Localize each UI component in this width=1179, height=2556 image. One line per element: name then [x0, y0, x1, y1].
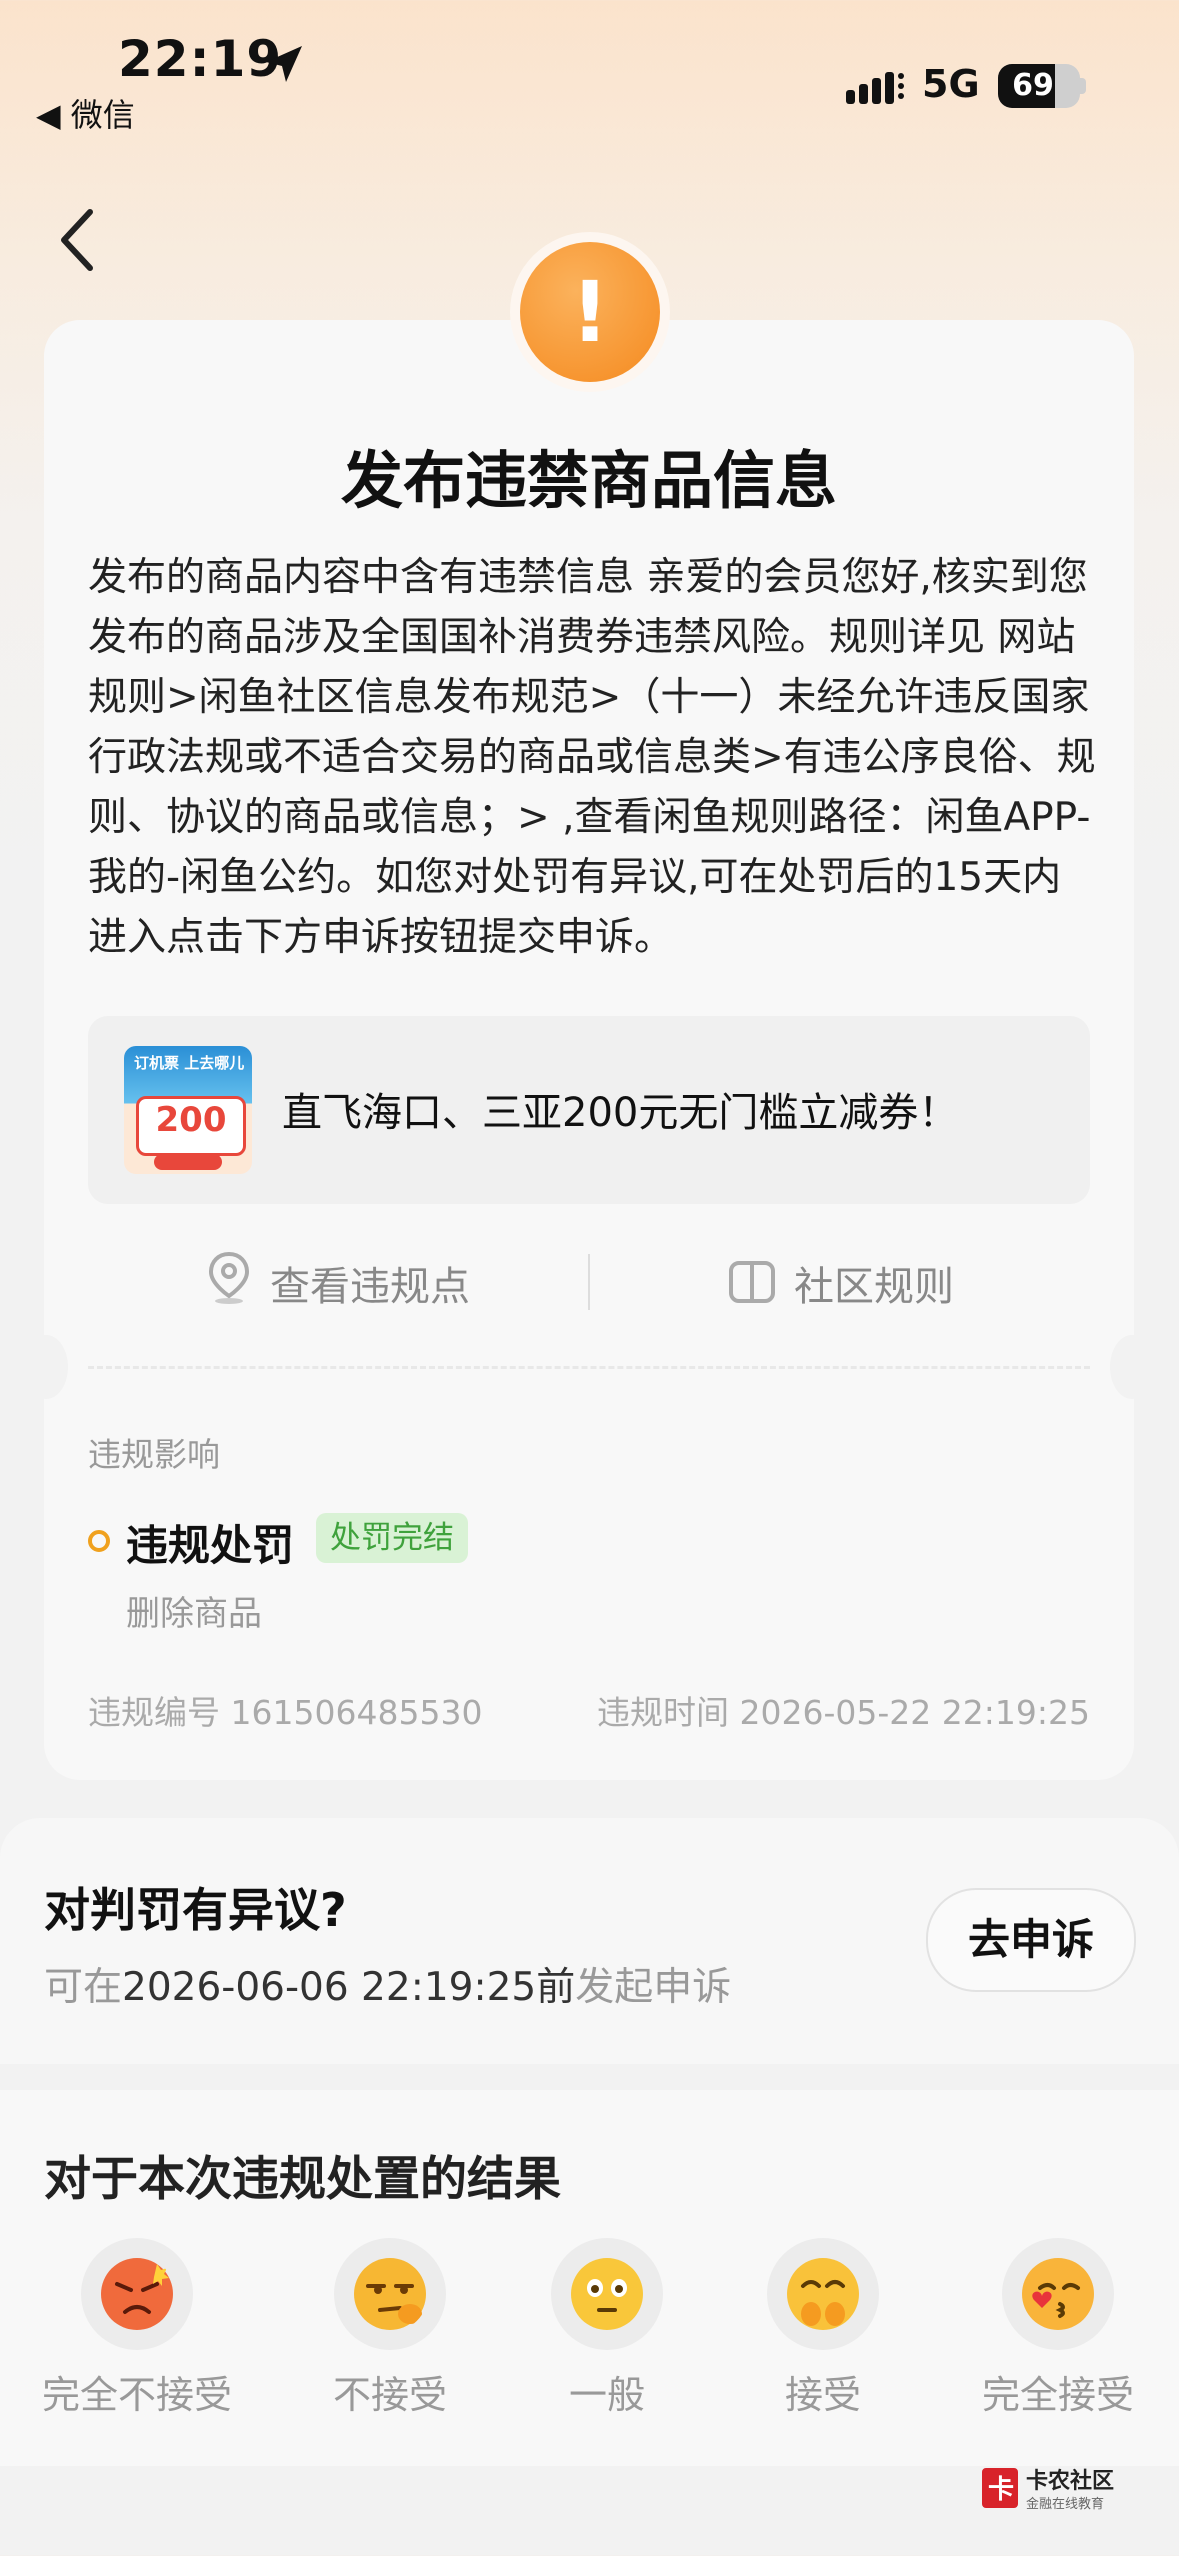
svg-text:卡农社区: 卡农社区 [1026, 2468, 1114, 2493]
book-icon[interactable] [728, 1260, 776, 1304]
location-arrow-icon [266, 46, 302, 82]
promo-text[interactable]: 直飞海口、三亚200元无门槛立减券！ [282, 1080, 958, 1138]
kiss-face-icon[interactable] [1020, 2256, 1096, 2332]
violation-title: 发布违禁商品信息 [340, 444, 837, 517]
neutral-face-icon[interactable] [569, 2256, 645, 2332]
promo-coupon-graphic: 200 [136, 1096, 246, 1156]
exclamation-icon: ! [570, 263, 610, 361]
violation-id-value: 161506485530 [230, 1693, 483, 1732]
impact-label: 违规影响 [88, 1435, 220, 1474]
back-to-app-link[interactable]: ◀ 微信 [36, 90, 135, 136]
dispute-prefix: 可在 [44, 1965, 123, 2010]
community-rules-button[interactable]: 社区规则 [794, 1254, 954, 1312]
kanong-logo-icon: 卡 卡农社区 金融在线教育 [982, 2468, 1114, 2511]
view-violation-points-button[interactable]: 查看违规点 [270, 1254, 470, 1312]
angry-face-icon[interactable] [99, 2256, 175, 2332]
dashed-divider [88, 1366, 1090, 1369]
feedback-title: 对于本次违规处置的结果 [44, 2152, 561, 2207]
battery-tip [1080, 78, 1086, 94]
unamused-face-icon[interactable] [352, 2256, 428, 2332]
signal-icon [846, 72, 904, 104]
timeline-dot-icon [88, 1530, 110, 1552]
promo-image-button [154, 1154, 222, 1170]
dispute-deadline-text: 可在2026-06-06 22:19:25前发起申诉 [44, 1956, 731, 2012]
svg-text:金融在线教育: 金融在线教育 [1026, 2496, 1104, 2511]
violation-id-label: 违规编号 [88, 1693, 220, 1732]
location-pin-icon[interactable] [206, 1250, 252, 1306]
violation-description: 发布的商品内容中含有违禁信息 亲爱的会员您好,核实到您发布的商品涉及全国国补消费… [88, 555, 1096, 960]
happy-face-icon[interactable] [785, 2256, 861, 2332]
rating-label-4[interactable]: 接受 [693, 2364, 953, 2419]
promo-image[interactable]: 订机票 上去哪儿 200 [124, 1046, 252, 1174]
violation-id: 违规编号 161506485530 [88, 1686, 482, 1734]
penalty-status-badge: 处罚完结 [316, 1513, 468, 1563]
network-type: 5G [922, 62, 980, 106]
svg-text:卡: 卡 [988, 2474, 1014, 2504]
penalty-title: 违规处罚 [126, 1521, 295, 1570]
rating-label-5[interactable]: 完全接受 [928, 2364, 1179, 2419]
card-notch-left [24, 1335, 68, 1399]
penalty-detail: 删除商品 [126, 1594, 262, 1634]
dispute-title: 对判罚有异议? [44, 1883, 347, 1937]
back-chevron-icon[interactable] [48, 200, 108, 280]
rating-label-1[interactable]: 完全不接受 [7, 2364, 267, 2419]
dispute-deadline: 2026-06-06 22:19:25前 [122, 1965, 576, 2010]
violation-time-value: 2026-05-22 22:19:25 [739, 1693, 1090, 1732]
battery-level: 69 [1012, 68, 1054, 103]
dispute-suffix: 发起申诉 [575, 1965, 732, 2010]
action-divider [588, 1254, 590, 1310]
violation-time: 违规时间 2026-05-22 22:19:25 [586, 1686, 1090, 1734]
battery-icon: 69 [998, 64, 1080, 108]
violation-time-label: 违规时间 [597, 1693, 730, 1732]
status-time: 22:19 [118, 30, 283, 88]
appeal-button[interactable]: 去申诉 [926, 1888, 1136, 1992]
card-notch-right [1110, 1335, 1154, 1399]
promo-image-caption: 订机票 上去哪儿 [134, 1054, 245, 1072]
promo-coupon-value: 200 [155, 1100, 227, 1140]
